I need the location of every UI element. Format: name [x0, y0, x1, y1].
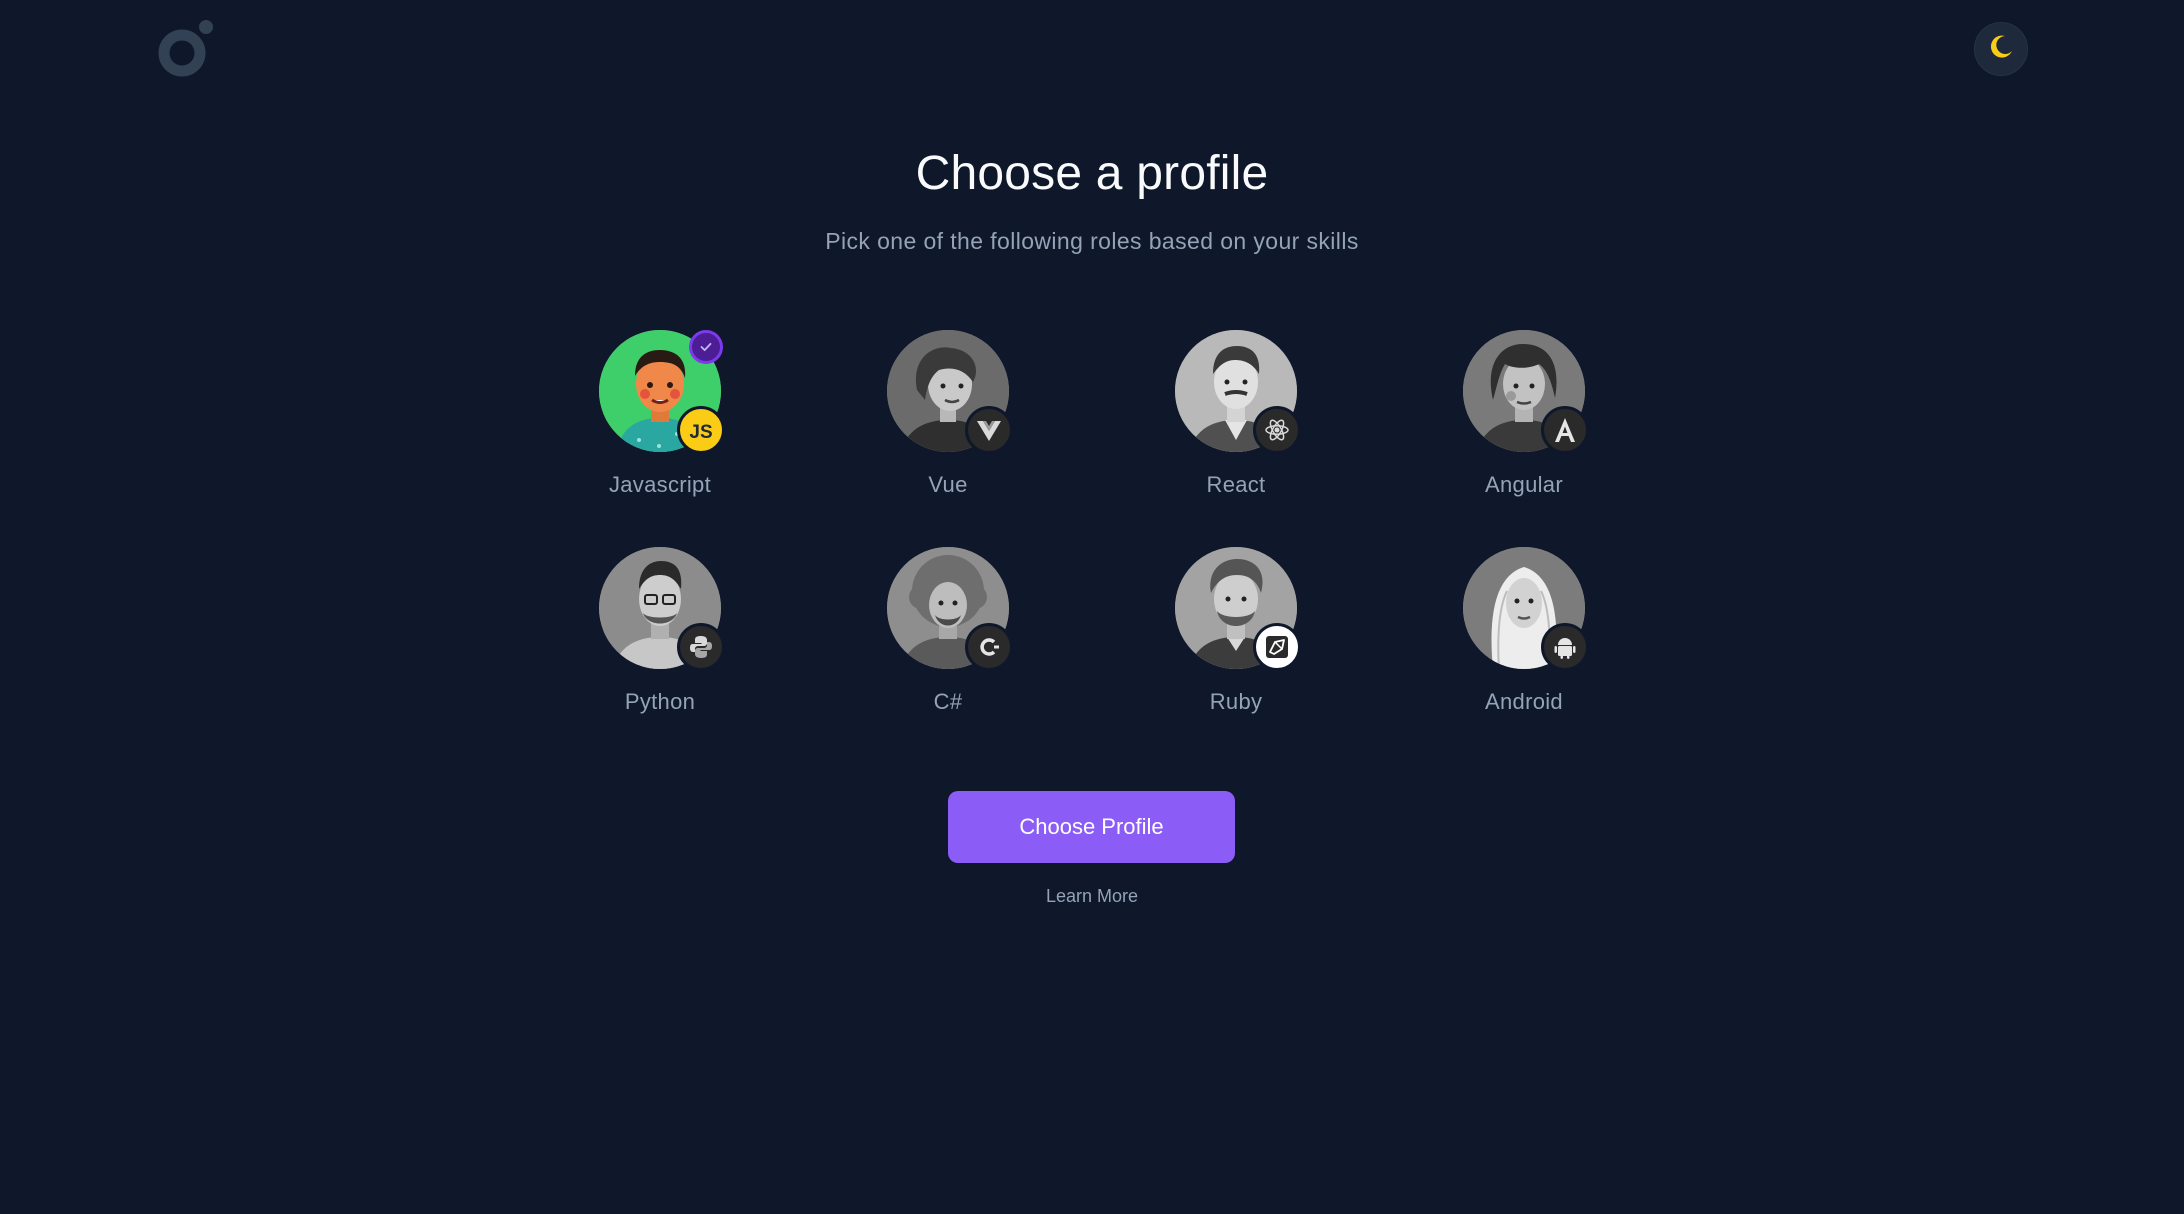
profile-label: Android [1485, 689, 1563, 714]
profile-card-vue[interactable]: Vue [852, 330, 1044, 500]
avatar-wrapper [1463, 330, 1589, 454]
avatar-wrapper [1175, 330, 1301, 454]
profile-selection-page: Choose a profile Pick one of the followi… [0, 0, 2184, 1214]
profile-card-csharp[interactable]: C# [852, 547, 1044, 717]
profile-card-angular[interactable]: Angular [1428, 330, 1620, 500]
profile-label: C# [933, 689, 963, 714]
react-icon [1253, 406, 1301, 454]
theme-toggle-button[interactable] [1974, 22, 2028, 76]
page-subtitle: Pick one of the following roles based on… [825, 228, 1359, 254]
profile-grid: JS Javascript Vue React Angular Python C… [564, 330, 1716, 717]
profile-label: Python [624, 689, 696, 714]
android-icon [1541, 623, 1589, 671]
choose-profile-button[interactable]: Choose Profile [948, 791, 1235, 863]
ruby-icon [1253, 623, 1301, 671]
avatar-wrapper: JS [599, 330, 725, 454]
svg-text:JS: JS [689, 422, 712, 443]
angular-icon [1541, 406, 1589, 454]
profile-card-react[interactable]: React [1140, 330, 1332, 500]
avatar-wrapper [887, 547, 1013, 671]
moon-icon [1986, 32, 2016, 67]
profile-label: Javascript [608, 472, 712, 497]
profile-label: React [1206, 472, 1266, 497]
javascript-icon: JS [677, 406, 725, 454]
profile-card-android[interactable]: Android [1428, 547, 1620, 717]
brand-logo-icon[interactable] [155, 16, 219, 80]
avatar-wrapper [1175, 547, 1301, 671]
profile-card-python[interactable]: Python [564, 547, 756, 717]
vue-icon [965, 406, 1013, 454]
profile-label: Ruby [1209, 689, 1263, 714]
page-title: Choose a profile [915, 147, 1269, 200]
profile-label: Vue [928, 472, 968, 497]
csharp-icon [965, 623, 1013, 671]
avatar-wrapper [599, 547, 725, 671]
profile-card-javascript[interactable]: JS Javascript [564, 330, 756, 500]
profile-card-ruby[interactable]: Ruby [1140, 547, 1332, 717]
check-icon [689, 330, 723, 364]
python-icon [677, 623, 725, 671]
learn-more-link[interactable]: Learn More [0, 886, 2184, 907]
avatar-wrapper [887, 330, 1013, 454]
avatar-wrapper [1463, 547, 1589, 671]
profile-label: Angular [1485, 472, 1563, 497]
